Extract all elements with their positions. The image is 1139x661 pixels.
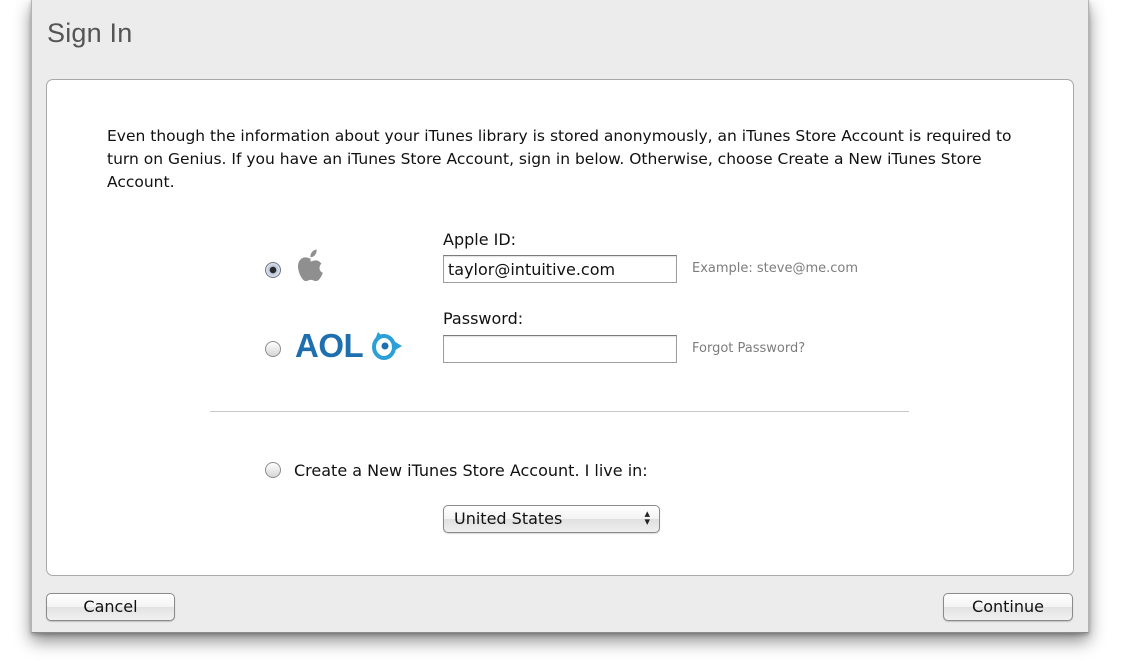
window-title: Sign In	[47, 18, 133, 48]
apple-logo-icon	[295, 246, 329, 286]
password-label: Password:	[443, 309, 524, 328]
sign-in-panel: Even though the information about your i…	[46, 79, 1074, 576]
apple-id-input[interactable]	[443, 255, 677, 283]
updown-arrows-icon: ▴ ▾	[644, 507, 650, 528]
sign-in-sheet: Sign In Even though the information abou…	[31, 0, 1089, 633]
aol-running-man-icon	[372, 332, 402, 360]
country-select[interactable]: United States ▴ ▾	[443, 505, 660, 533]
section-divider	[210, 411, 909, 412]
password-input[interactable]	[443, 335, 677, 363]
aol-account-radio[interactable]	[265, 341, 281, 357]
cancel-button[interactable]: Cancel	[46, 593, 175, 621]
apple-id-example-hint: Example: steve@me.com	[692, 261, 859, 276]
apple-id-label: Apple ID:	[443, 230, 517, 249]
aol-logo-text: AOL	[295, 327, 364, 364]
apple-account-radio[interactable]	[265, 262, 281, 278]
aol-logo-icon: AOL	[295, 326, 410, 366]
create-account-label[interactable]: Create a New iTunes Store Account. I liv…	[294, 461, 648, 480]
intro-text: Even though the information about your i…	[107, 127, 1012, 191]
country-select-value: United States	[454, 509, 563, 528]
continue-button[interactable]: Continue	[943, 593, 1073, 621]
create-account-radio[interactable]	[265, 462, 281, 478]
forgot-password-link[interactable]: Forgot Password?	[692, 341, 805, 356]
